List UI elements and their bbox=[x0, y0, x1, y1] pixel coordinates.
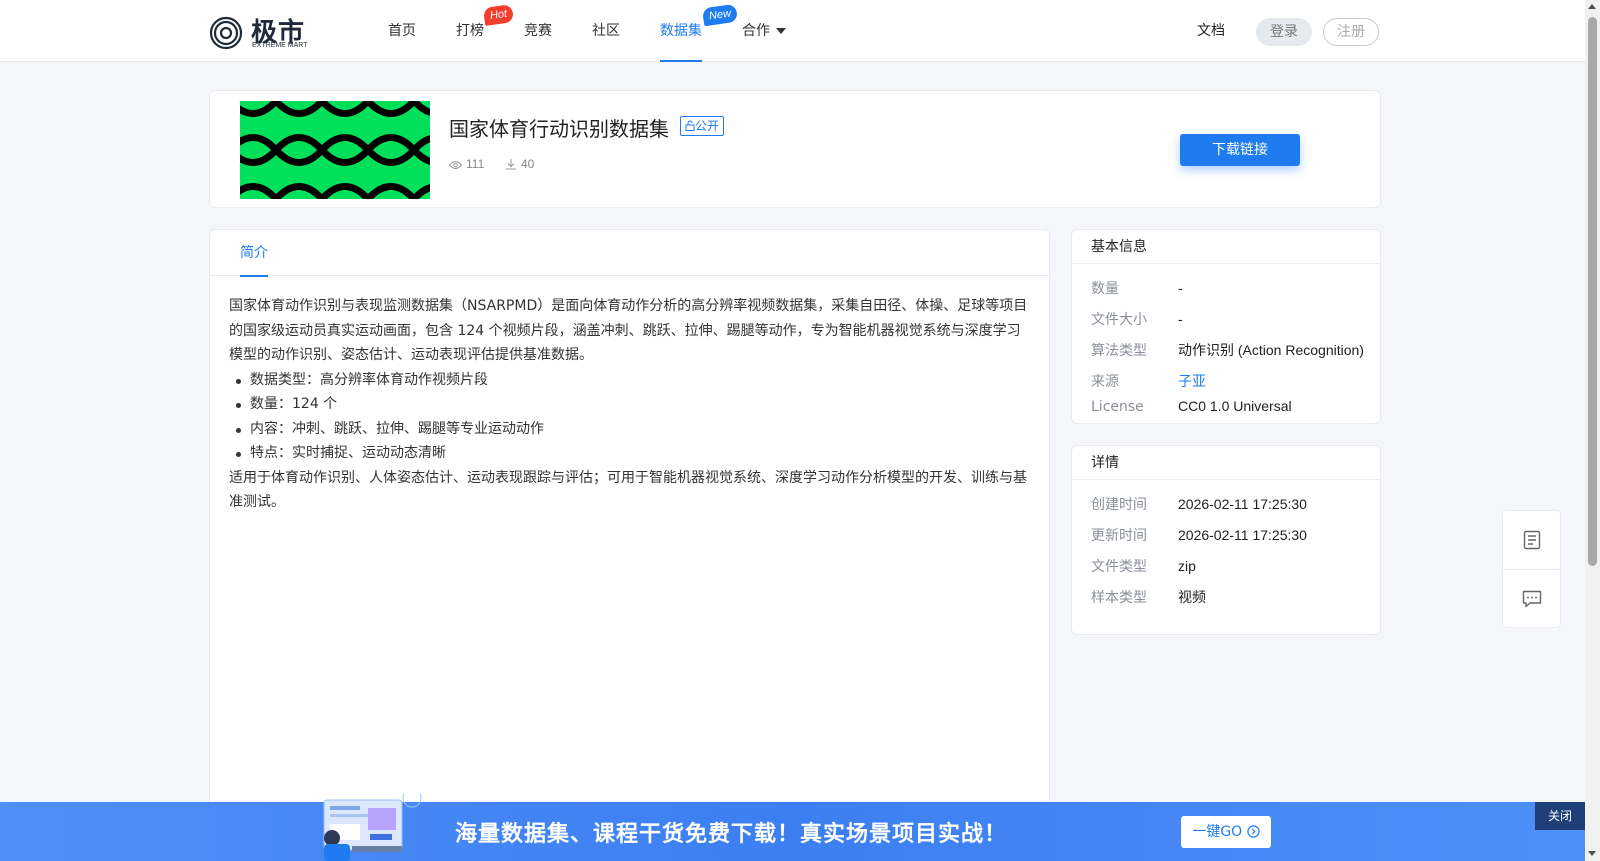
dataset-header-card: 国家体育行动识别数据集 公开 111 40 下载链接 bbox=[209, 90, 1381, 208]
nav-competition[interactable]: 竞赛 bbox=[524, 0, 552, 62]
nav-cooperation[interactable]: 合作 bbox=[742, 0, 786, 62]
detail-row-updated: 更新时间 2026-02-11 17:25:30 bbox=[1091, 525, 1307, 545]
intro-bullet-list: 数据类型：高分辨率体育动作视频片段 数量：124 个 内容：冲刺、跳跃、拉伸、踢… bbox=[229, 368, 1029, 466]
scroll-up-icon[interactable] bbox=[1588, 4, 1596, 9]
detail-row-file-type: 文件类型 zip bbox=[1091, 556, 1196, 576]
logo-subtitle: EXTREME MART bbox=[252, 42, 308, 49]
nav-cooperation-label: 合作 bbox=[742, 23, 770, 39]
list-item: 数量：124 个 bbox=[229, 392, 1029, 417]
view-count-value: 111 bbox=[466, 157, 485, 171]
detail-value: 视频 bbox=[1178, 589, 1206, 605]
tab-intro-label: 简介 bbox=[240, 245, 268, 261]
info-key: 数量 bbox=[1091, 281, 1119, 297]
source-link[interactable]: 子亚 bbox=[1178, 373, 1206, 389]
dataset-title: 国家体育行动识别数据集 bbox=[449, 117, 669, 141]
detail-key: 更新时间 bbox=[1091, 528, 1147, 544]
info-key: 算法类型 bbox=[1091, 343, 1147, 359]
feedback-tool-button[interactable] bbox=[1503, 570, 1560, 628]
banner-go-button[interactable]: 一键GO bbox=[1181, 816, 1271, 848]
visibility-tag: 公开 bbox=[680, 116, 725, 136]
basic-info-card: 基本信息 数量 - 文件大小 - 算法类型 动作识别 (Action Recognit… bbox=[1071, 229, 1381, 424]
info-row-license: License CC0 1.0 Universal bbox=[1091, 398, 1292, 415]
info-row-algorithm: 算法类型 动作识别 (Action Recognition) bbox=[1091, 340, 1364, 360]
download-icon bbox=[506, 159, 516, 170]
info-value: - bbox=[1178, 280, 1183, 296]
nav-active-underline bbox=[660, 60, 702, 62]
feedback-icon bbox=[1522, 590, 1541, 608]
detail-key: 文件类型 bbox=[1091, 559, 1147, 575]
download-count-value: 40 bbox=[521, 157, 535, 171]
nav-community[interactable]: 社区 bbox=[592, 0, 620, 62]
register-button[interactable]: 注册 bbox=[1323, 18, 1379, 46]
details-heading: 详情 bbox=[1072, 446, 1380, 480]
nav-leaderboard[interactable]: 打榜 bbox=[456, 0, 484, 62]
promo-banner: 海量数据集、课程干货免费下载！真实场景项目实战！ 一键GO 关闭 bbox=[0, 794, 1585, 861]
cover-pattern-icon bbox=[240, 101, 430, 199]
banner-headline: 海量数据集、课程干货免费下载！真实场景项目实战！ bbox=[455, 822, 1008, 847]
nav-datasets-label: 数据集 bbox=[660, 23, 702, 39]
floating-toolbar bbox=[1502, 510, 1561, 628]
content-tabs: 简介 bbox=[210, 230, 1049, 277]
detail-row-sample-type: 样本类型 视频 bbox=[1091, 587, 1206, 607]
visibility-label: 公开 bbox=[695, 119, 720, 133]
docs-link[interactable]: 文档 bbox=[1197, 0, 1225, 62]
detail-value: 2026-02-11 17:25:30 bbox=[1178, 496, 1307, 512]
tab-active-underline bbox=[240, 275, 268, 277]
download-link-button[interactable]: 下载链接 bbox=[1180, 134, 1300, 166]
intro-paragraph: 国家体育动作识别与表现监测数据集（NSARPMD）是面向体育动作分析的高分辨率视… bbox=[229, 298, 1028, 363]
details-card: 详情 创建时间 2026-02-11 17:25:30 更新时间 2026-02-1… bbox=[1071, 445, 1381, 635]
nav-home[interactable]: 首页 bbox=[388, 0, 416, 62]
info-key: License bbox=[1091, 399, 1144, 415]
list-item: 内容：冲刺、跳跃、拉伸、踢腿等专业运动动作 bbox=[229, 417, 1029, 442]
detail-value: 2026-02-11 17:25:30 bbox=[1178, 527, 1307, 543]
scrollbar-thumb[interactable] bbox=[1588, 17, 1597, 566]
banner-illustration-icon bbox=[323, 794, 422, 861]
banner-close-button[interactable]: 关闭 bbox=[1535, 802, 1585, 830]
info-row-count: 数量 - bbox=[1091, 278, 1183, 298]
download-count: 40 bbox=[505, 157, 534, 171]
hot-badge: Hot bbox=[482, 4, 515, 26]
logo-mark-icon bbox=[209, 16, 243, 50]
login-button[interactable]: 登录 bbox=[1256, 18, 1312, 46]
list-item: 数据类型：高分辨率体育动作视频片段 bbox=[229, 368, 1029, 393]
nav-competition-label: 竞赛 bbox=[524, 23, 552, 39]
info-row-source: 来源 子亚 bbox=[1091, 371, 1206, 391]
info-value: - bbox=[1178, 311, 1183, 327]
info-key: 文件大小 bbox=[1091, 312, 1147, 328]
view-count: 111 bbox=[448, 157, 485, 171]
basic-info-heading: 基本信息 bbox=[1072, 230, 1380, 264]
list-item: 特点：实时捕捉、运动动态清晰 bbox=[229, 441, 1029, 466]
tab-intro[interactable]: 简介 bbox=[240, 230, 268, 277]
dataset-description-card: 简介 国家体育动作识别与表现监测数据集（NSARPMD）是面向体育动作分析的高分… bbox=[209, 229, 1050, 861]
detail-value: zip bbox=[1178, 558, 1196, 574]
chevron-down-icon bbox=[776, 28, 786, 34]
nav-community-label: 社区 bbox=[592, 23, 620, 39]
eye-icon bbox=[448, 161, 463, 169]
document-tool-button[interactable] bbox=[1503, 511, 1560, 569]
lock-icon bbox=[685, 120, 695, 131]
info-row-file-size: 文件大小 - bbox=[1091, 309, 1183, 329]
document-icon bbox=[1523, 530, 1540, 550]
site-logo[interactable]: 极市 EXTREME MART bbox=[207, 12, 312, 52]
info-value: 动作识别 (Action Recognition) bbox=[1178, 342, 1364, 358]
info-key: 来源 bbox=[1091, 374, 1119, 390]
nav-home-label: 首页 bbox=[388, 23, 416, 39]
intro-content: 国家体育动作识别与表现监测数据集（NSARPMD）是面向体育动作分析的高分辨率视… bbox=[229, 294, 1029, 515]
arrow-circle-right-icon bbox=[1246, 825, 1260, 838]
new-badge: New bbox=[701, 3, 739, 27]
top-header: 极市 EXTREME MART 首页 打榜 Hot 竞赛 社区 数据集 New … bbox=[0, 0, 1585, 62]
detail-row-created: 创建时间 2026-02-11 17:25:30 bbox=[1091, 494, 1307, 514]
dataset-cover-image bbox=[240, 101, 430, 199]
banner-go-label: 一键GO bbox=[1192, 824, 1243, 840]
detail-key: 创建时间 bbox=[1091, 497, 1147, 513]
info-value: CC0 1.0 Universal bbox=[1178, 398, 1292, 414]
intro-usage-paragraph: 适用于体育动作识别、人体姿态估计、运动表现跟踪与评估；可用于智能机器视觉系统、深… bbox=[229, 469, 1027, 511]
nav-datasets[interactable]: 数据集 bbox=[660, 0, 702, 62]
nav-leaderboard-label: 打榜 bbox=[456, 23, 484, 39]
scroll-down-icon[interactable] bbox=[1588, 851, 1596, 856]
detail-key: 样本类型 bbox=[1091, 590, 1147, 606]
